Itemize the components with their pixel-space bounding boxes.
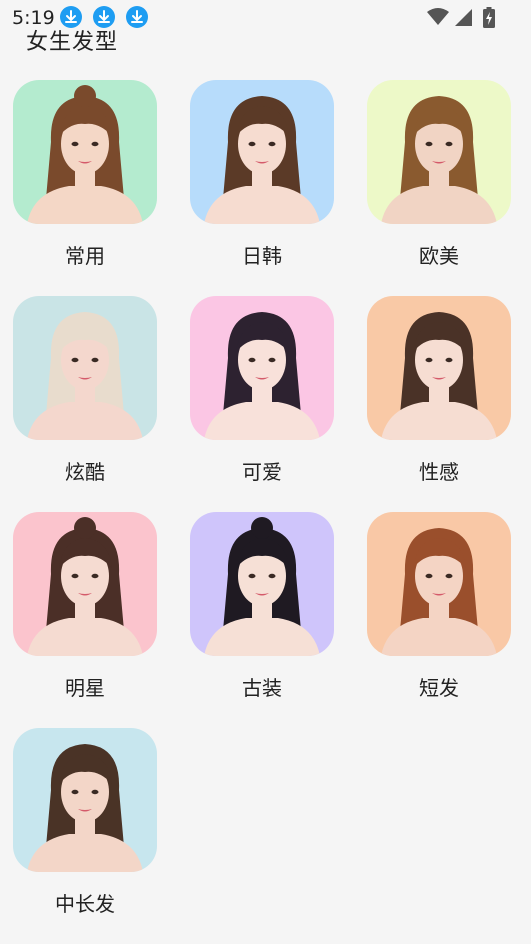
hairstyle-label: 明星 xyxy=(65,676,105,700)
portrait-image xyxy=(13,80,157,224)
hairstyle-label: 欧美 xyxy=(419,244,459,268)
hairstyle-thumbnail[interactable] xyxy=(13,80,157,224)
hairstyle-card-japan-korea[interactable]: 日韩 xyxy=(190,80,334,270)
hairstyle-thumbnail[interactable] xyxy=(367,80,511,224)
hairstyle-thumbnail[interactable] xyxy=(367,296,511,440)
hairstyle-label: 短发 xyxy=(419,676,459,700)
hairstyle-thumbnail[interactable] xyxy=(190,296,334,440)
hairstyle-label: 常用 xyxy=(65,244,105,268)
portrait-image xyxy=(367,80,511,224)
hairstyle-thumbnail[interactable] xyxy=(13,296,157,440)
hairstyle-thumbnail[interactable] xyxy=(190,512,334,656)
hairstyle-card-cool[interactable]: 炫酷 xyxy=(13,296,157,486)
hairstyle-card-western[interactable]: 欧美 xyxy=(367,80,511,270)
hairstyle-card-short[interactable]: 短发 xyxy=(367,512,511,702)
hairstyle-label: 性感 xyxy=(419,460,459,484)
portrait-image xyxy=(13,512,157,656)
hairstyle-label: 日韩 xyxy=(242,244,282,268)
portrait-image xyxy=(367,512,511,656)
portrait-image xyxy=(190,512,334,656)
portrait-image xyxy=(13,296,157,440)
hairstyle-card-cute[interactable]: 可爱 xyxy=(190,296,334,486)
hairstyle-card-ancient[interactable]: 古装 xyxy=(190,512,334,702)
hairstyle-label: 古装 xyxy=(242,676,282,700)
portrait-image xyxy=(190,80,334,224)
hairstyle-card-star[interactable]: 明星 xyxy=(13,512,157,702)
hairstyle-card-sexy[interactable]: 性感 xyxy=(367,296,511,486)
portrait-image xyxy=(190,296,334,440)
hairstyle-thumbnail[interactable] xyxy=(13,512,157,656)
portrait-image xyxy=(13,728,157,872)
hairstyle-label: 中长发 xyxy=(55,892,115,916)
hairstyle-grid: 常用 日韩 欧美 炫酷 可爱 性感 明星 古装 短发 中长发 xyxy=(0,0,531,944)
hairstyle-thumbnail[interactable] xyxy=(13,728,157,872)
hairstyle-card-common[interactable]: 常用 xyxy=(13,80,157,270)
hairstyle-thumbnail[interactable] xyxy=(367,512,511,656)
portrait-image xyxy=(367,296,511,440)
hairstyle-card-medium-long[interactable]: 中长发 xyxy=(13,728,157,918)
hairstyle-label: 炫酷 xyxy=(65,460,105,484)
hairstyle-thumbnail[interactable] xyxy=(190,80,334,224)
hairstyle-label: 可爱 xyxy=(242,460,282,484)
